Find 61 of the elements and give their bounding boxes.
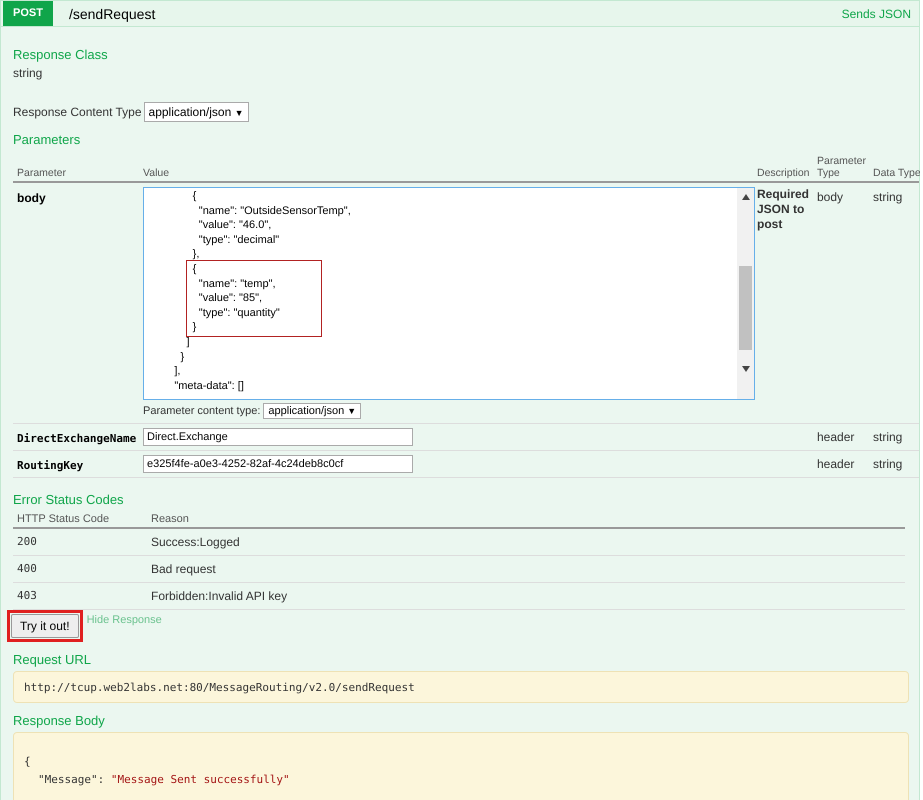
field-label: Parameter content type: (143, 405, 260, 417)
scroll-up-icon[interactable] (742, 194, 750, 200)
content-type-select[interactable]: application/json ▼ (263, 403, 362, 419)
status-code: 403 (16, 589, 38, 603)
code-line: } (192, 320, 198, 335)
parameter-name: body (16, 190, 47, 205)
data-type: string (873, 456, 904, 471)
parameter-type: header (817, 456, 856, 471)
section-heading: Response Class (13, 47, 109, 62)
code-line: "type": "quantity" (198, 306, 281, 320)
code-line: ], (173, 364, 182, 379)
column-header: HTTP Status Code (16, 513, 110, 525)
parameter-name: RoutingKey (16, 458, 84, 472)
endpoint-path: /sendRequest (68, 6, 156, 22)
code-line: "meta-data": [] (173, 378, 245, 394)
operation-summary: Sends JSON (842, 6, 911, 20)
column-header: Data Type (873, 167, 919, 179)
operation-header[interactable]: POST /sendRequest Sends JSON (0, 0, 920, 27)
column-header: Parameter Type (817, 155, 868, 179)
code-line: { (192, 262, 198, 277)
column-header: Description (757, 167, 811, 179)
scrollbar[interactable] (737, 188, 754, 399)
input-field[interactable]: e325f4fe-a0e3-4252-82af-4c24deb8c0cf (143, 455, 413, 473)
section-heading: Parameters (13, 132, 82, 147)
code-line: ] (186, 334, 191, 350)
code-line: } (179, 350, 186, 364)
try-it-out-button[interactable]: Try it out! (11, 614, 79, 638)
code-line: "Message": "Message Sent successfully" (37, 773, 290, 786)
code-line: }, (192, 247, 200, 262)
field-label: Response Content Type (13, 105, 142, 119)
code-line: "name": "temp", (198, 276, 277, 292)
json-editor[interactable]: { "name": "OutsideSensorTemp", "value": "46.0", "type": "decimal" }, { "name": "temp", "value": "85", "type": "quantity" } ] } ], "meta-data": [] (143, 187, 755, 400)
code-line: "name": "OutsideSensorTemp", (198, 204, 352, 218)
code-line: "value": "46.0", (198, 218, 272, 233)
code-line: "type": "decimal" (198, 232, 280, 248)
status-reason: Bad request (151, 562, 216, 576)
code-line: { (192, 189, 198, 204)
input-field[interactable]: Direct.Exchange (143, 428, 413, 446)
http-method-label: POST (3, 1, 53, 26)
column-header: Value (143, 167, 170, 179)
column-header: Reason (151, 513, 189, 525)
status-code: 400 (16, 562, 38, 576)
section-heading: Request URL (13, 652, 92, 667)
scroll-down-icon[interactable] (742, 366, 750, 372)
parameter-description: Required JSON to post (757, 187, 810, 232)
parameter-type: header (817, 429, 856, 444)
status-code: 200 (16, 535, 38, 549)
column-header: Parameter (16, 167, 68, 179)
section-heading: Error Status Codes (13, 492, 125, 507)
request-url: http://tcup.web2labs.net:80/MessageRouting/v2.0/sendRequest (24, 681, 415, 694)
code-line: { (24, 755, 31, 768)
code-line: "value": "85", (198, 291, 264, 306)
parameter-name: DirectExchangeName (16, 431, 138, 445)
response-class-value: string (13, 66, 44, 80)
status-reason: Forbidden:Invalid API key (151, 589, 288, 603)
data-type: string (873, 429, 904, 444)
status-reason: Success:Logged (151, 535, 240, 549)
data-type: string (873, 189, 904, 204)
parameter-type: body (817, 189, 844, 204)
content-type-select[interactable]: application/json ▼ (144, 102, 249, 122)
section-heading: Response Body (13, 713, 106, 728)
